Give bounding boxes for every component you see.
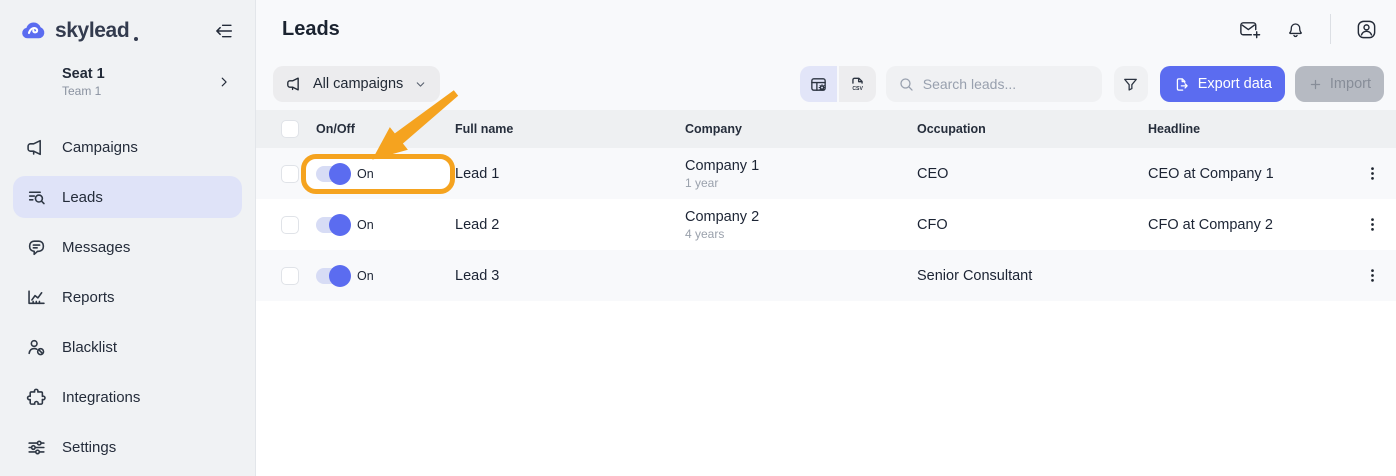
on-off-toggle[interactable]: [316, 268, 350, 284]
table-row: On Lead 2 Company 2 4 years CFO CFO at C…: [256, 199, 1396, 250]
chevron-down-icon: [414, 78, 427, 91]
toggle-highlight-box: On: [301, 154, 455, 194]
sidebar-item-leads[interactable]: Leads: [13, 176, 242, 218]
cloud-logo-icon: [20, 17, 47, 44]
col-header-company: Company: [685, 122, 917, 136]
company-name: Company 2: [685, 209, 917, 225]
seat-title: Seat 1: [62, 66, 105, 82]
sidebar-item-messages[interactable]: Messages: [13, 226, 242, 268]
brand-dot: [134, 37, 138, 41]
toggle-state-label: On: [357, 167, 374, 181]
sidebar-item-blacklist[interactable]: Blacklist: [13, 326, 242, 368]
collapse-sidebar-icon[interactable]: [213, 20, 235, 42]
row-menu-kebab-icon[interactable]: [1362, 164, 1382, 184]
app-window: skylead Seat 1 Team 1 Campaigns Le: [0, 0, 1396, 476]
headline-cell: CEO at Company 1: [1148, 166, 1362, 182]
toggle-highlight-box: On: [316, 268, 455, 284]
col-header-full-name: Full name: [455, 122, 685, 136]
occupation-cell: CEO: [917, 166, 1148, 182]
table-columns-gear-icon[interactable]: [800, 66, 837, 102]
export-data-label: Export data: [1198, 76, 1272, 92]
top-area: Leads: [256, 0, 1396, 110]
row-menu-kebab-icon[interactable]: [1362, 215, 1382, 235]
sidebar-nav: Campaigns Leads Messages Reports Blackli…: [0, 126, 255, 476]
megaphone-icon: [25, 136, 47, 158]
company-cell: Company 1 1 year: [685, 158, 917, 190]
chart-icon: [25, 286, 47, 308]
full-name-cell: Lead 2: [455, 217, 685, 233]
toggle-highlight-box: On: [316, 217, 455, 233]
brand-logo: skylead: [0, 0, 255, 55]
main-content: Leads: [256, 0, 1396, 476]
export-data-button[interactable]: Export data: [1160, 66, 1285, 102]
full-name-cell: Lead 1: [455, 166, 685, 182]
toggle-knob: [329, 163, 351, 185]
row-checkbox[interactable]: [281, 267, 299, 285]
select-all-checkbox[interactable]: [281, 120, 299, 138]
table-row: On Lead 3 Senior Consultant: [256, 250, 1396, 301]
toggle-state-label: On: [357, 269, 374, 283]
topbar-divider: [1330, 14, 1331, 44]
import-button[interactable]: Import: [1295, 66, 1384, 102]
row-menu-kebab-icon[interactable]: [1362, 266, 1382, 286]
sidebar-item-reports[interactable]: Reports: [13, 276, 242, 318]
occupation-cell: Senior Consultant: [917, 268, 1148, 284]
campaign-filter-dropdown[interactable]: All campaigns: [273, 66, 440, 102]
on-off-toggle[interactable]: [316, 217, 350, 233]
sliders-icon: [25, 436, 47, 458]
company-tenure: 1 year: [685, 176, 917, 190]
chat-bubble-icon: [25, 236, 47, 258]
row-checkbox[interactable]: [281, 165, 299, 183]
col-header-onoff: On/Off: [316, 122, 455, 136]
csv-file-icon[interactable]: CSV: [839, 66, 876, 102]
import-label: Import: [1330, 76, 1371, 92]
puzzle-icon: [25, 386, 47, 408]
on-off-toggle[interactable]: [316, 166, 350, 182]
brand-name: skylead: [55, 19, 129, 43]
export-file-icon: [1173, 76, 1190, 93]
company-cell: Company 2 4 years: [685, 209, 917, 241]
page-title: Leads: [282, 18, 340, 41]
toggle-knob: [329, 265, 351, 287]
company-name: Company 1: [685, 158, 917, 174]
sidebar: skylead Seat 1 Team 1 Campaigns Le: [0, 0, 256, 476]
user-blocked-icon: [25, 336, 47, 358]
row-checkbox[interactable]: [281, 216, 299, 234]
col-header-headline: Headline: [1148, 122, 1362, 136]
topbar: Leads: [256, 0, 1396, 58]
full-name-cell: Lead 3: [455, 268, 685, 284]
table-header: On/Off Full name Company Occupation Head…: [256, 110, 1396, 148]
filter-funnel-icon[interactable]: [1114, 66, 1148, 102]
sidebar-item-settings[interactable]: Settings: [13, 426, 242, 468]
search-icon: [898, 76, 915, 93]
headline-cell: CFO at Company 2: [1148, 217, 1362, 233]
sidebar-item-integrations[interactable]: Integrations: [13, 376, 242, 418]
chevron-right-icon: [217, 75, 231, 89]
mail-plus-icon[interactable]: [1238, 18, 1261, 41]
plus-icon: [1308, 77, 1323, 92]
search-input[interactable]: [923, 76, 1090, 92]
search-box: [886, 66, 1102, 102]
sidebar-item-campaigns[interactable]: Campaigns: [13, 126, 242, 168]
toggle-state-label: On: [357, 218, 374, 232]
company-tenure: 4 years: [685, 227, 917, 241]
svg-text:CSV: CSV: [852, 85, 863, 91]
view-toggle: CSV: [800, 66, 876, 102]
seat-subtitle: Team 1: [62, 84, 105, 98]
campaign-filter-label: All campaigns: [313, 76, 403, 92]
col-header-occupation: Occupation: [917, 122, 1148, 136]
profile-icon[interactable]: [1355, 18, 1378, 41]
occupation-cell: CFO: [917, 217, 1148, 233]
bell-icon[interactable]: [1285, 19, 1306, 40]
table-body: On Lead 1 Company 1 1 year CEO CEO at Co…: [256, 148, 1396, 301]
seat-selector[interactable]: Seat 1 Team 1: [0, 55, 255, 100]
table-row: On Lead 1 Company 1 1 year CEO CEO at Co…: [256, 148, 1396, 199]
toolbar: All campaigns: [256, 58, 1396, 110]
toggle-knob: [329, 214, 351, 236]
megaphone-icon: [286, 75, 304, 93]
leads-list-search-icon: [25, 186, 47, 208]
